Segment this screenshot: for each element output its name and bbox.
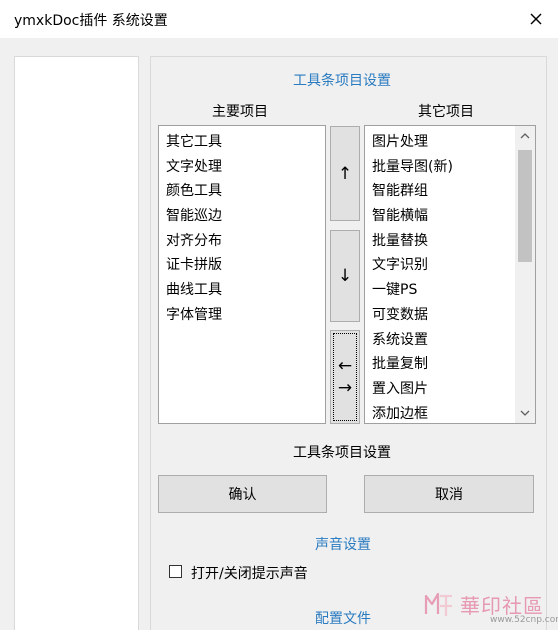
list-item[interactable]: 置入图片 <box>372 377 535 402</box>
list-item[interactable]: 智能巡边 <box>166 204 325 229</box>
move-down-button[interactable]: ↓ <box>330 230 360 322</box>
list-item[interactable]: 颜色工具 <box>166 179 325 204</box>
settings-panel: 工具条项目设置 主要项目 其它项目 其它工具 文字处理 颜色工具 智能巡边 对齐… <box>150 56 547 630</box>
toolbar-settings-footer-label: 工具条项目设置 <box>293 445 391 461</box>
main-items-list[interactable]: 其它工具 文字处理 颜色工具 智能巡边 对齐分布 证卡拼版 曲线工具 字体管理 <box>158 125 326 424</box>
list-item[interactable]: 智能横幅 <box>372 204 535 229</box>
list-item[interactable]: 批量复制 <box>372 352 535 377</box>
main-items-header: 主要项目 <box>212 104 268 120</box>
list-item[interactable]: 批量替换 <box>372 229 535 254</box>
toolbar-settings-title: 工具条项目设置 <box>293 73 391 89</box>
move-up-button[interactable]: ↑ <box>330 126 360 221</box>
list-item[interactable]: 文字识别 <box>372 253 535 278</box>
scroll-down-button[interactable] <box>515 403 535 423</box>
close-button[interactable] <box>526 9 546 29</box>
other-items-header: 其它项目 <box>418 104 474 120</box>
down-arrow-icon: ↓ <box>337 266 353 286</box>
cancel-button[interactable]: 取消 <box>364 475 534 513</box>
main-items-ul: 其它工具 文字处理 颜色工具 智能巡边 对齐分布 证卡拼版 曲线工具 字体管理 <box>159 126 325 328</box>
left-nav-panel <box>14 56 139 630</box>
chevron-down-icon <box>520 410 530 416</box>
sound-toggle-checkbox[interactable] <box>169 565 182 578</box>
list-item[interactable]: 一键PS <box>372 278 535 303</box>
sound-toggle-label[interactable]: 打开/关闭提示声音 <box>191 563 308 583</box>
watermark-url: www.52cnp.com <box>490 615 558 625</box>
list-item[interactable]: 智能群组 <box>372 179 535 204</box>
list-item[interactable]: 字体管理 <box>166 303 325 328</box>
scroll-thumb[interactable] <box>518 150 532 262</box>
close-icon <box>530 13 542 25</box>
other-items-list[interactable]: 图片处理 批量导图(新) 智能群组 智能横幅 批量替换 文字识别 一键PS 可变… <box>364 125 536 424</box>
chevron-up-icon <box>520 133 530 139</box>
list-item[interactable]: 图片处理 <box>372 130 535 155</box>
list-item[interactable]: 证卡拼版 <box>166 253 325 278</box>
right-arrow-icon: → <box>337 378 353 398</box>
watermark-logo-icon <box>424 592 452 616</box>
confirm-button[interactable]: 确认 <box>158 475 327 513</box>
sound-settings-title: 声音设置 <box>315 537 371 553</box>
up-arrow-icon: ↑ <box>337 163 353 184</box>
other-items-scrollbar[interactable] <box>515 126 535 423</box>
list-item[interactable]: 批量导图(新) <box>372 155 535 180</box>
title-bar: ymxkDoc插件 系统设置 <box>0 0 558 38</box>
list-item[interactable]: 系统设置 <box>372 328 535 353</box>
list-item[interactable]: 对齐分布 <box>166 229 325 254</box>
list-item[interactable]: 可变数据 <box>372 303 535 328</box>
scroll-up-button[interactable] <box>515 126 535 146</box>
left-arrow-icon: ← <box>337 356 353 376</box>
list-item[interactable]: 其它工具 <box>166 130 325 155</box>
swap-button[interactable]: ← → <box>330 330 360 424</box>
config-file-title: 配置文件 <box>315 611 371 627</box>
watermark: 華印社區 www.52cnp.com <box>418 586 558 629</box>
list-item[interactable]: 文字处理 <box>166 155 325 180</box>
other-items-ul: 图片处理 批量导图(新) 智能群组 智能横幅 批量替换 文字识别 一键PS 可变… <box>365 126 535 423</box>
list-item[interactable]: 添加边框 <box>372 402 535 423</box>
window-title: ymxkDoc插件 系统设置 <box>14 13 168 29</box>
list-item[interactable]: 曲线工具 <box>166 278 325 303</box>
